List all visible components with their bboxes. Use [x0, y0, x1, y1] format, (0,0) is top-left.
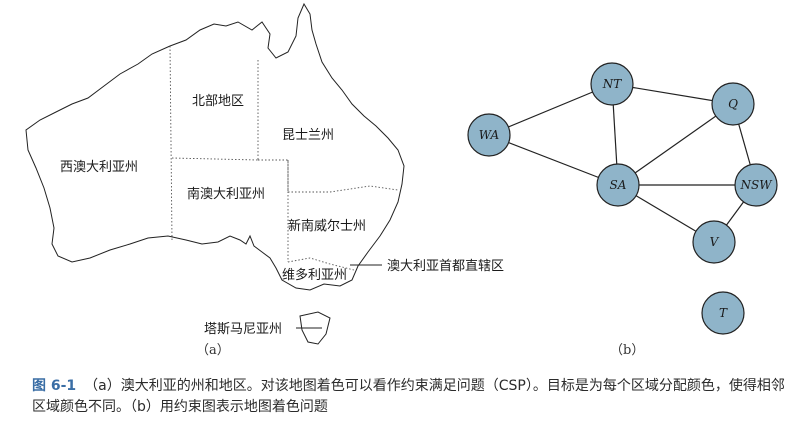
figure-number: 图 6-1: [32, 378, 77, 394]
node-nsw: NSW: [734, 163, 778, 207]
panel-a-label: （a）: [196, 343, 230, 358]
graph-nodes: WA NT Q SA NSW V T: [467, 62, 778, 335]
australia-map: 西澳大利亚州 北部地区 昆士兰州 南澳大利亚州 新南威尔士州 维多利亚州 澳大利…: [25, 2, 504, 358]
label-south-australia: 南澳大利亚州: [187, 186, 265, 202]
panel-b-label: （b）: [610, 343, 644, 358]
node-label: WA: [479, 128, 500, 142]
node-label: SA: [610, 178, 627, 192]
node-label: NSW: [739, 178, 773, 192]
label-victoria: 维多利亚州: [282, 267, 347, 283]
node-label: NT: [602, 77, 623, 91]
node-label: T: [719, 306, 728, 320]
node-nt: NT: [590, 62, 634, 106]
node-t: T: [701, 291, 745, 335]
figure-stage: 西澳大利亚州 北部地区 昆士兰州 南澳大利亚州 新南威尔士州 维多利亚州 澳大利…: [25, 2, 778, 358]
node-label: Q: [728, 97, 738, 111]
label-new-south-wales: 新南威尔士州: [288, 218, 366, 234]
node-wa: WA: [467, 113, 511, 157]
label-act: 澳大利亚首都直辖区: [387, 258, 504, 274]
node-sa: SA: [596, 163, 640, 207]
label-western-australia: 西澳大利亚州: [60, 159, 138, 175]
mainland-outline: [25, 2, 405, 291]
label-northern-territory: 北部地区: [192, 94, 244, 109]
node-q: Q: [711, 82, 755, 126]
caption-text: （a）澳大利亚的州和地区。对该地图着色可以看作约束满足问题（CSP）。目标是为每…: [32, 378, 785, 415]
node-v: V: [692, 220, 736, 264]
label-queensland: 昆士兰州: [282, 128, 334, 143]
label-tasmania: 塔斯马尼亚州: [204, 322, 282, 337]
node-label: V: [710, 235, 720, 249]
constraint-graph: WA NT Q SA NSW V T （b）: [467, 62, 778, 358]
figure-caption: 图 6-1 （a）澳大利亚的州和地区。对该地图着色可以看作约束满足问题（CSP）。…: [32, 376, 792, 418]
